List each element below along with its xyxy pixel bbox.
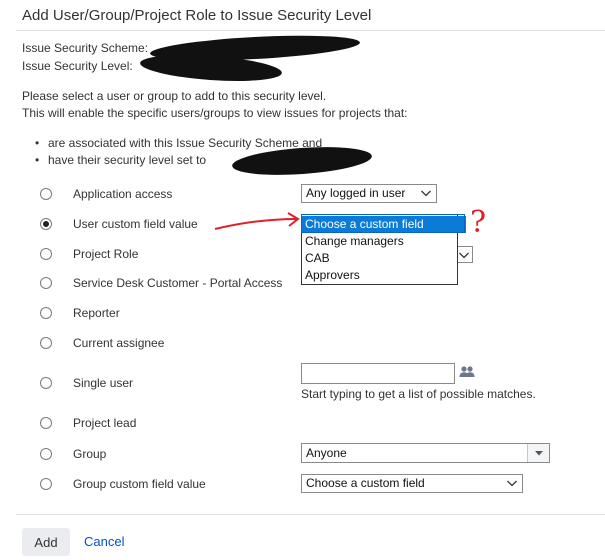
add-button[interactable]: Add [22, 528, 70, 556]
chevron-down-icon [459, 252, 469, 259]
radio-user-custom-field-value[interactable] [40, 218, 52, 230]
chevron-down-icon [507, 480, 517, 487]
annotation-arrow-line [214, 218, 298, 230]
option-label: Reporter [73, 306, 120, 320]
radio-group-custom-field-value[interactable] [40, 478, 52, 490]
dialog-title: Add User/Group/Project Role to Issue Sec… [22, 7, 372, 24]
description-line-2: This will enable the specific users/grou… [22, 106, 408, 120]
group-custom-field-select[interactable]: Choose a custom field [301, 474, 523, 493]
dropdown-option-approvers[interactable]: Approvers [302, 267, 457, 284]
dropdown-option-cab[interactable]: CAB [302, 250, 457, 267]
title-divider [16, 30, 605, 31]
users-icon[interactable] [459, 365, 475, 379]
dialog: Add User/Group/Project Role to Issue Sec… [0, 0, 605, 560]
radio-current-assignee[interactable] [40, 337, 52, 349]
cancel-link[interactable]: Cancel [84, 534, 124, 549]
project-role-select[interactable] [456, 246, 473, 263]
description-bullet-2: have their security level set to [35, 153, 206, 167]
radio-service-desk-customer[interactable] [40, 277, 52, 289]
option-label: Current assignee [73, 336, 165, 350]
single-user-input[interactable] [301, 363, 455, 384]
option-label: Group [73, 447, 107, 461]
chevron-down-icon [421, 190, 431, 197]
radio-single-user[interactable] [40, 377, 52, 389]
radio-group[interactable] [40, 448, 52, 460]
option-label: User custom field value [73, 217, 198, 231]
group-select-toggle[interactable] [527, 444, 549, 462]
annotation-arrow-head [287, 212, 300, 227]
option-label: Project lead [73, 416, 137, 430]
single-user-hint: Start typing to get a list of possible m… [301, 387, 536, 401]
group-select[interactable]: Anyone [301, 443, 550, 463]
radio-project-lead[interactable] [40, 417, 52, 429]
issue-security-level-label: Issue Security Level: [22, 59, 133, 73]
description-line-1: Please select a user or group to add to … [22, 89, 327, 103]
description-bullet-1: are associated with this Issue Security … [35, 136, 322, 150]
option-label: Service Desk Customer - Portal Access [73, 276, 283, 290]
triangle-down-icon [535, 451, 543, 456]
radio-reporter[interactable] [40, 307, 52, 319]
radio-project-role[interactable] [40, 248, 52, 260]
select-value: Anyone [306, 446, 347, 460]
option-label: Project Role [73, 247, 139, 261]
option-label: Single user [73, 376, 134, 390]
user-custom-field-dropdown[interactable]: Choose a custom field Change managers CA… [301, 214, 466, 285]
application-access-select[interactable]: Any logged in user [301, 184, 437, 203]
option-label: Application access [73, 187, 173, 201]
annotation-question-mark: ? [470, 205, 486, 240]
dropdown-option-choose-custom-field[interactable]: Choose a custom field [302, 216, 466, 233]
select-value: Choose a custom field [306, 476, 425, 490]
radio-application-access[interactable] [40, 188, 52, 200]
footer-divider [16, 514, 605, 515]
option-label: Group custom field value [73, 477, 206, 491]
select-value: Any logged in user [306, 186, 406, 200]
dropdown-option-change-managers[interactable]: Change managers [302, 233, 457, 250]
issue-security-scheme-label: Issue Security Scheme: [22, 41, 149, 55]
